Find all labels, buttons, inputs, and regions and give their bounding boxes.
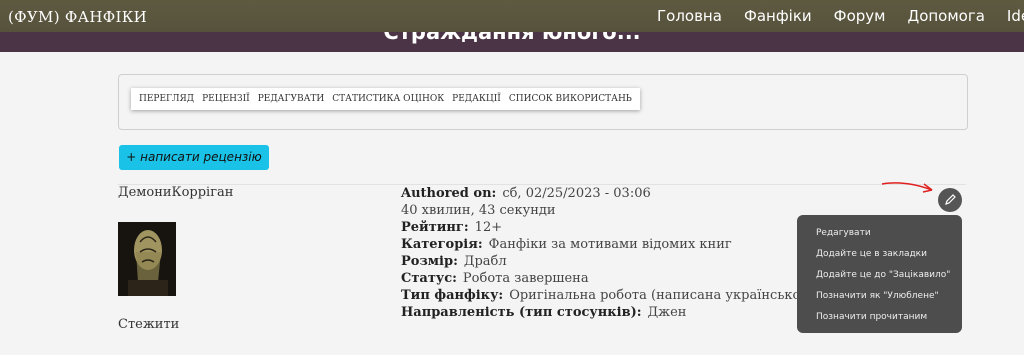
- tab-view[interactable]: ПЕРЕГЛЯД: [135, 94, 198, 104]
- meta-type: Тип фанфіку: Оригінальна робота (написана…: [401, 287, 817, 304]
- tab-edit[interactable]: РЕДАГУВАТИ: [254, 94, 329, 104]
- site-title[interactable]: (ФУМ) ФАНФІКИ: [8, 8, 147, 26]
- tabs-container: ПЕРЕГЛЯД РЕЦЕНЗІЇ РЕДАГУВАТИ СТАТИСТИКА …: [118, 74, 968, 130]
- meta-label: Розмір:: [401, 254, 458, 269]
- meta-label: Тип фанфіку:: [401, 288, 504, 303]
- title-band: Страждання юного...: [0, 32, 1024, 52]
- meta-value: сб, 02/25/2023 - 03:06: [502, 186, 651, 201]
- menu-item-favorite[interactable]: Позначити як "Улюблене": [797, 286, 962, 307]
- nav-forum[interactable]: Форум: [834, 7, 886, 25]
- meta-label: Статус:: [401, 271, 457, 286]
- meta-rating: Рейтинг: 12+: [401, 219, 817, 236]
- meta-category: Категорія: Фанфіки за мотивами відомих кн…: [401, 236, 817, 253]
- red-arrow-icon: [881, 182, 933, 193]
- nav-home[interactable]: Головна: [657, 7, 722, 25]
- top-navbar: (ФУМ) ФАНФІКИ Головна Фанфіки Форум Допо…: [0, 0, 1024, 32]
- story-meta: Authored on: сб, 02/25/2023 - 03:06 40 хв…: [401, 185, 817, 321]
- menu-item-bookmark[interactable]: Додайте це в закладки: [797, 244, 962, 265]
- context-menu: Редагувати Додайте це в закладки Додайте…: [797, 215, 962, 333]
- meta-value: 12+: [474, 220, 503, 235]
- meta-value: 40 хвилин, 43 секунди: [401, 203, 556, 218]
- tab-bar: ПЕРЕГЛЯД РЕЦЕНЗІЇ РЕДАГУВАТИ СТАТИСТИКА …: [131, 88, 640, 110]
- tab-usage-list[interactable]: СПИСОК ВИКОРИСТАНЬ: [505, 94, 636, 104]
- write-review-button[interactable]: + написати рецензію: [119, 145, 269, 170]
- meta-orientation: Направленість (тип стосунків): Джен: [401, 304, 817, 321]
- meta-value: Джен: [647, 305, 687, 320]
- meta-value: Робота завершена: [462, 271, 589, 286]
- meta-value: Оригінальна робота (написана українською…: [509, 288, 817, 303]
- meta-status: Статус: Робота завершена: [401, 270, 817, 287]
- main-nav: Головна Фанфіки Форум Допомога Ide: [657, 7, 1024, 25]
- meta-duration: 40 хвилин, 43 секунди: [401, 202, 817, 219]
- menu-item-interested[interactable]: Додайте це до "Зацікавило": [797, 265, 962, 286]
- edit-menu-toggle[interactable]: [938, 188, 962, 212]
- follow-link[interactable]: Стежити: [118, 317, 179, 332]
- nav-fanfics[interactable]: Фанфіки: [744, 7, 812, 25]
- avatar-image: [118, 222, 176, 296]
- menu-item-mark-read[interactable]: Позначити прочитаним: [797, 307, 962, 328]
- meta-label: Категорія:: [401, 237, 483, 252]
- nav-ide[interactable]: Ide: [1007, 7, 1024, 25]
- tab-rating-stats[interactable]: СТАТИСТИКА ОЦІНОК: [328, 94, 448, 104]
- meta-label: Направленість (тип стосунків):: [401, 305, 642, 320]
- tab-revisions[interactable]: РЕДАКЦІЇ: [448, 94, 505, 104]
- avatar[interactable]: [118, 222, 176, 296]
- nav-help[interactable]: Допомога: [907, 7, 984, 25]
- meta-value: Драбл: [463, 254, 507, 269]
- menu-item-edit[interactable]: Редагувати: [797, 223, 962, 244]
- meta-label: Authored on:: [401, 186, 497, 201]
- meta-label: Рейтинг:: [401, 220, 469, 235]
- author-name[interactable]: ДемониКорріган: [118, 185, 233, 200]
- meta-authored: Authored on: сб, 02/25/2023 - 03:06: [401, 185, 817, 202]
- meta-value[interactable]: Фанфіки за мотивами відомих книг: [489, 237, 732, 252]
- tab-reviews[interactable]: РЕЦЕНЗІЇ: [198, 94, 254, 104]
- pencil-icon: [945, 194, 956, 205]
- page-title: Страждання юного...: [383, 32, 641, 44]
- meta-size: Розмір: Драбл: [401, 253, 817, 270]
